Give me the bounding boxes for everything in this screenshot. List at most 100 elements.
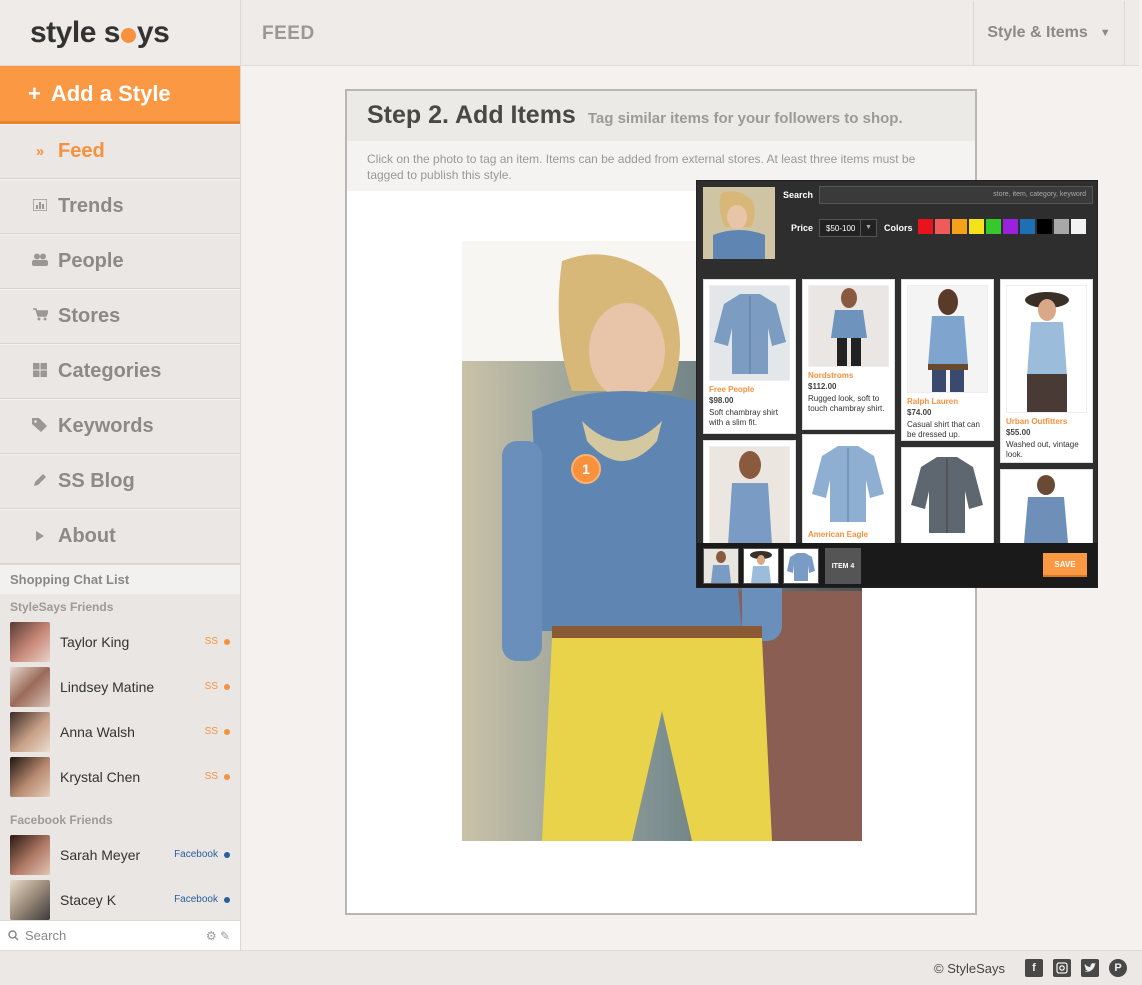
product-card[interactable] — [703, 440, 796, 543]
product-card[interactable]: American Eagle — [802, 434, 895, 543]
tagged-items-bar: ITEM 4 SAVE — [697, 543, 1097, 587]
friend-item[interactable]: Krystal Chen SS — [0, 754, 240, 799]
product-card[interactable]: Urban Outfitters $55.00 Washed out, vint… — [1000, 279, 1093, 463]
color-swatch[interactable] — [1036, 218, 1053, 235]
product-card[interactable]: Nordstroms $112.00 Rugged look, soft to … — [802, 279, 895, 430]
tagged-item-thumbnail[interactable] — [783, 548, 819, 584]
play-icon — [30, 528, 50, 545]
step-header: Step 2. Add Items Tag similar items for … — [347, 91, 975, 141]
avatar — [10, 756, 50, 797]
product-grid: Free People $98.00 Soft chambray shirt w… — [703, 279, 1093, 543]
sidebar-item-label: Keywords — [58, 415, 154, 437]
online-dot-icon — [224, 773, 230, 780]
color-swatch[interactable] — [1019, 218, 1036, 235]
friend-item[interactable]: Lindsey Matine SS — [0, 664, 240, 709]
friend-name: Sarah Meyer — [60, 846, 141, 863]
color-swatch[interactable] — [968, 218, 985, 235]
online-dot-icon — [224, 896, 230, 903]
product-description: Rugged look, soft to touch chambray shir… — [808, 394, 885, 413]
color-swatch[interactable] — [917, 218, 934, 235]
color-swatch[interactable] — [934, 218, 951, 235]
pinterest-icon[interactable]: P — [1109, 959, 1127, 977]
product-card[interactable]: Free People $98.00 Soft chambray shirt w… — [703, 279, 796, 434]
sidebar-item-keywords[interactable]: Keywords — [0, 399, 240, 454]
compose-icon[interactable]: ✎ — [220, 929, 230, 943]
popup-search-label: Search — [783, 190, 814, 200]
online-dot-icon — [224, 728, 230, 735]
sidebar-item-people[interactable]: People — [0, 234, 240, 289]
step-title: Step 2. Add Items — [367, 101, 576, 129]
chat-list-title: Shopping Chat List — [0, 564, 240, 594]
instagram-icon[interactable] — [1053, 959, 1071, 977]
dropdown-label: Style & Items — [987, 24, 1088, 41]
item-4-slot[interactable]: ITEM 4 — [825, 548, 861, 584]
color-swatch[interactable] — [951, 218, 968, 235]
gear-icon[interactable]: ⚙ — [206, 929, 217, 943]
plus-icon: + — [28, 80, 41, 106]
product-description: Casual shirt that can be dressed up. — [907, 420, 980, 439]
avatar — [10, 834, 50, 875]
product-image — [1006, 475, 1087, 543]
product-image — [907, 285, 988, 393]
sidebar-item-label: People — [58, 250, 124, 272]
add-style-label: Add a Style — [50, 80, 171, 106]
friend-item[interactable]: Anna Walsh SS — [0, 709, 240, 754]
chat-search-actions: ⚙ ✎ — [206, 929, 230, 943]
sidebar-item-feed[interactable]: » Feed — [0, 124, 240, 179]
sidebar-item-ss-blog[interactable]: SS Blog — [0, 454, 240, 509]
top-bar: FEED Style & Items ▼ — [241, 0, 1139, 66]
product-store: Nordstroms — [808, 371, 854, 380]
sidebar-item-about[interactable]: About — [0, 509, 240, 564]
sidebar-item-label: About — [58, 525, 116, 547]
product-card[interactable] — [901, 447, 994, 543]
grid-icon — [30, 362, 50, 381]
product-card[interactable]: Ralph Lauren $74.00 Casual shirt that ca… — [901, 279, 994, 441]
facebook-friends-heading: Facebook Friends — [10, 812, 113, 827]
add-style-button[interactable]: + Add a Style — [0, 66, 240, 124]
friend-source: Facebook — [174, 849, 218, 860]
sidebar-item-label: Feed — [58, 140, 105, 162]
tag-icon — [30, 417, 50, 436]
sidebar-item-trends[interactable]: Trends — [0, 179, 240, 234]
product-image — [1006, 285, 1087, 413]
online-dot-icon — [224, 683, 230, 690]
price-select[interactable]: $50-100 ▼ — [819, 219, 877, 237]
logo[interactable]: style s ys — [0, 0, 240, 66]
step-subtitle: Tag similar items for your followers to … — [587, 110, 903, 127]
style-items-dropdown[interactable]: Style & Items ▼ — [973, 1, 1125, 65]
chat-search-placeholder: Search — [25, 928, 67, 943]
friend-item[interactable]: Stacey K Facebook — [0, 877, 240, 922]
copyright: © StyleSays — [934, 961, 1005, 976]
online-dot-icon — [224, 638, 230, 645]
selected-photo-thumbnail — [703, 187, 775, 259]
sidebar-item-stores[interactable]: Stores — [0, 289, 240, 344]
color-swatch[interactable] — [985, 218, 1002, 235]
item-search-input[interactable]: store, item, category, keyword — [819, 186, 1093, 204]
twitter-icon[interactable] — [1081, 959, 1099, 977]
cart-icon — [30, 308, 50, 325]
friend-name: Krystal Chen — [60, 768, 141, 785]
product-description: Washed out, vintage look. — [1006, 440, 1079, 459]
friend-item[interactable]: Sarah Meyer Facebook — [0, 832, 240, 877]
friend-name: Lindsey Matine — [60, 678, 155, 695]
product-image — [808, 440, 889, 526]
friend-source: SS — [204, 681, 218, 692]
product-store: Free People — [709, 385, 755, 394]
color-swatch[interactable] — [1053, 218, 1070, 235]
avatar — [10, 621, 50, 662]
product-card[interactable] — [1000, 469, 1093, 543]
price-select-value: $50-100 — [826, 223, 856, 233]
item-tag-marker[interactable]: 1 — [571, 454, 601, 484]
color-swatch[interactable] — [1070, 218, 1087, 235]
friend-name: Taylor King — [60, 633, 130, 650]
stylesays-friends-heading: StyleSays Friends — [10, 599, 114, 614]
tagged-item-thumbnail[interactable] — [703, 548, 739, 584]
save-button[interactable]: SAVE — [1043, 553, 1087, 577]
facebook-icon[interactable]: f — [1025, 959, 1043, 977]
price-label: Price — [791, 223, 814, 233]
color-swatch[interactable] — [1002, 218, 1019, 235]
sidebar-item-categories[interactable]: Categories — [0, 344, 240, 399]
tagged-item-thumbnail[interactable] — [743, 548, 779, 584]
friend-item[interactable]: Taylor King SS — [0, 619, 240, 664]
chat-search-input[interactable]: Search ⚙ ✎ — [0, 920, 240, 950]
